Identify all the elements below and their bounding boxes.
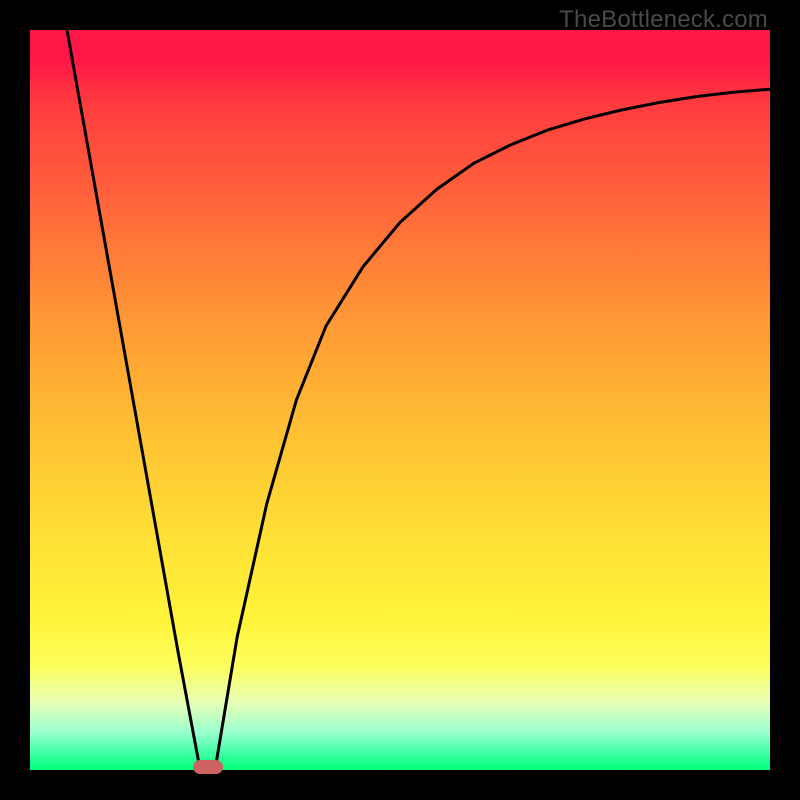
minimum-marker	[193, 760, 223, 774]
chart-plot-area	[30, 30, 770, 770]
curve-right-branch	[215, 89, 770, 770]
curve-left-branch	[67, 30, 200, 770]
bottleneck-curve	[30, 30, 770, 770]
